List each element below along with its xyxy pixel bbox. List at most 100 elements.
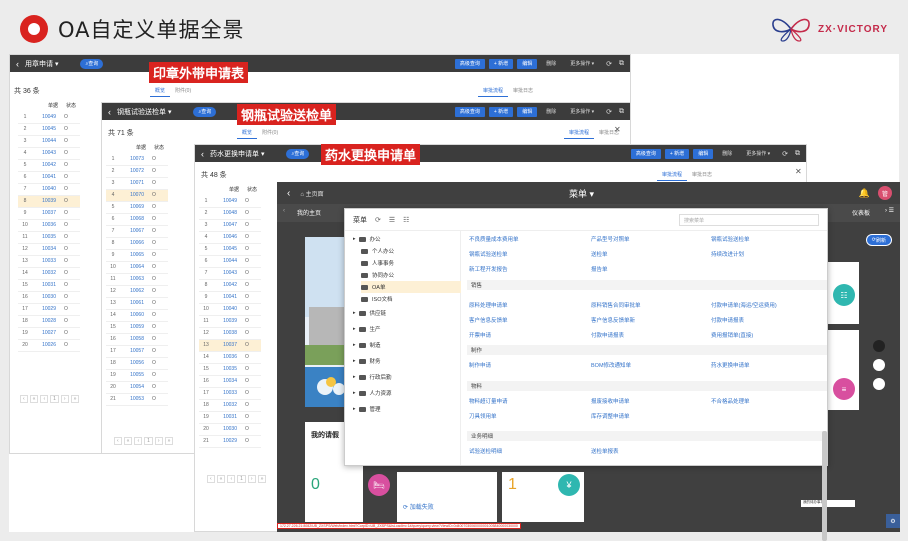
pager-button[interactable]: ›: [247, 475, 256, 483]
expand-caret-icon[interactable]: ▸: [353, 374, 356, 380]
table-row[interactable]: 4 10043 O: [18, 147, 80, 160]
count-b-card[interactable]: 1 ¥: [502, 472, 584, 522]
tab-attachments[interactable]: 附件(0): [257, 127, 283, 139]
row-code[interactable]: 10035: [32, 231, 62, 244]
table-row[interactable]: 7 10043 O: [199, 267, 261, 280]
table-row[interactable]: 6 10041 O: [18, 171, 80, 184]
column-header-code[interactable]: 单据: [213, 183, 243, 195]
row-code[interactable]: 10065: [120, 249, 150, 262]
table-row[interactable]: 11 10063 O: [106, 273, 168, 286]
menu-tree-item[interactable]: 人事事务: [361, 257, 394, 269]
table-row[interactable]: 20 10054 O: [106, 381, 168, 394]
table-row[interactable]: 20 10026 O: [18, 339, 80, 352]
search-button[interactable]: ⌕ 查询: [193, 106, 217, 117]
table-row[interactable]: 20 10030 O: [199, 423, 261, 436]
menu-tree-item[interactable]: ▸ 财务: [353, 355, 381, 367]
expand-caret-icon[interactable]: ▸: [353, 326, 356, 332]
table-row[interactable]: 6 10068 O: [106, 213, 168, 226]
row-code[interactable]: 10072: [120, 165, 150, 178]
home-link[interactable]: ⌂ 主页面: [300, 189, 323, 198]
row-code[interactable]: 10073: [120, 153, 150, 166]
module-title[interactable]: 用章申请 ▾: [25, 59, 58, 69]
tab-approval-flow[interactable]: 审批流程: [478, 85, 509, 97]
menu-link[interactable]: 报告单: [591, 265, 608, 273]
row-code[interactable]: 10044: [32, 135, 62, 148]
menu-tree-item[interactable]: ▸ 供应链: [353, 307, 386, 319]
row-code[interactable]: 10066: [120, 237, 150, 250]
table-row[interactable]: 9 10041 O: [199, 291, 261, 304]
menu-link[interactable]: 开票申请: [469, 331, 491, 339]
table-row[interactable]: 13 10033 O: [18, 255, 80, 268]
row-code[interactable]: 10035: [213, 363, 243, 376]
row-code[interactable]: 10049: [32, 111, 62, 124]
pager-button[interactable]: ›: [154, 437, 163, 445]
table-row[interactable]: 14 10060 O: [106, 309, 168, 322]
tab-overview[interactable]: 概览: [150, 85, 171, 97]
row-code[interactable]: 10036: [213, 351, 243, 364]
pager-button[interactable]: «: [29, 395, 39, 403]
table-row[interactable]: 19 10027 O: [18, 327, 80, 340]
module-title[interactable]: 钢瓶试验送检单 ▾: [117, 107, 171, 117]
column-header-code[interactable]: 单据: [32, 99, 62, 111]
search-button[interactable]: ⌕ 查询: [286, 148, 310, 159]
dot-light-icon[interactable]: [873, 359, 885, 371]
row-code[interactable]: 10026: [32, 339, 62, 352]
menu-tree-item[interactable]: 个人办公: [361, 245, 394, 257]
menu-link[interactable]: 钢瓶试验送检单: [711, 235, 750, 243]
sliders-icon[interactable]: ☷: [833, 284, 855, 306]
expand-caret-icon[interactable]: ▸: [353, 406, 356, 412]
row-code[interactable]: 10029: [32, 303, 62, 316]
table-row[interactable]: 12 10038 O: [199, 327, 261, 340]
row-code[interactable]: 10048: [213, 207, 243, 220]
table-row[interactable]: 17 10029 O: [18, 303, 80, 316]
row-code[interactable]: 10044: [213, 255, 243, 268]
table-row[interactable]: 16 10034 O: [199, 375, 261, 388]
tab-approval-log[interactable]: 审批日志: [687, 169, 717, 181]
advanced-query-button[interactable]: 高级查询: [630, 148, 661, 159]
menu-link[interactable]: 制作申请: [469, 361, 491, 369]
menu-link[interactable]: 持续改进计划: [711, 250, 744, 258]
more-actions-button[interactable]: 更多操作 ▾: [565, 59, 599, 69]
row-code[interactable]: 10056: [120, 357, 150, 370]
menu-link[interactable]: 原料销售合同审批单: [591, 301, 641, 309]
menu-link[interactable]: 客户信息反馈单新: [591, 316, 635, 324]
row-code[interactable]: 10068: [120, 213, 150, 226]
table-row[interactable]: 2 10045 O: [18, 123, 80, 136]
row-code[interactable]: 10043: [32, 147, 62, 160]
edit-button[interactable]: 编辑: [517, 106, 538, 117]
menu-toggle[interactable]: 菜单 ▾: [569, 187, 594, 200]
back-icon[interactable]: ‹: [16, 59, 19, 69]
menu-link[interactable]: 新工程开发报告: [469, 265, 508, 273]
menu-link[interactable]: 不良质量成本费用单: [469, 235, 519, 243]
pager-button[interactable]: »: [257, 475, 267, 483]
table-row[interactable]: 2 10072 O: [106, 165, 168, 178]
table-row[interactable]: 12 10062 O: [106, 285, 168, 298]
row-code[interactable]: 10037: [213, 339, 243, 352]
list-icon[interactable]: ≡: [833, 378, 855, 400]
row-code[interactable]: 10030: [213, 423, 243, 436]
row-code[interactable]: 10070: [120, 189, 150, 202]
row-code[interactable]: 10027: [32, 327, 62, 340]
menu-link[interactable]: 试验送检明细: [469, 447, 502, 455]
menu-link[interactable]: 原料处理申请单: [469, 301, 508, 309]
column-header-status[interactable]: 状态: [243, 183, 261, 195]
menu-link[interactable]: 报废接收申请单: [591, 397, 630, 405]
delete-button[interactable]: 删除: [717, 149, 737, 159]
module-title[interactable]: 药水更换申请单 ▾: [210, 149, 264, 159]
column-header-code[interactable]: 单据: [120, 141, 150, 153]
pager-button[interactable]: ‹: [40, 395, 49, 403]
external-link-icon[interactable]: ⧉: [795, 150, 800, 158]
table-row[interactable]: 9 10037 O: [18, 207, 80, 220]
table-row[interactable]: 3 10047 O: [199, 219, 261, 232]
table-row[interactable]: 13 10061 O: [106, 297, 168, 310]
table-row[interactable]: 19 10031 O: [199, 411, 261, 424]
search-button[interactable]: ⌕ 查询: [80, 58, 104, 69]
menu-tree-item[interactable]: 协同办公: [361, 269, 394, 281]
pager-button[interactable]: ‹: [207, 475, 215, 483]
table-row[interactable]: 14 10036 O: [199, 351, 261, 364]
table-row[interactable]: 14 10032 O: [18, 267, 80, 280]
row-code[interactable]: 10042: [213, 279, 243, 292]
bed-icon[interactable]: 🛏: [368, 474, 390, 496]
external-link-icon[interactable]: ⧉: [619, 60, 624, 68]
advanced-query-button[interactable]: 高级查询: [454, 58, 485, 69]
